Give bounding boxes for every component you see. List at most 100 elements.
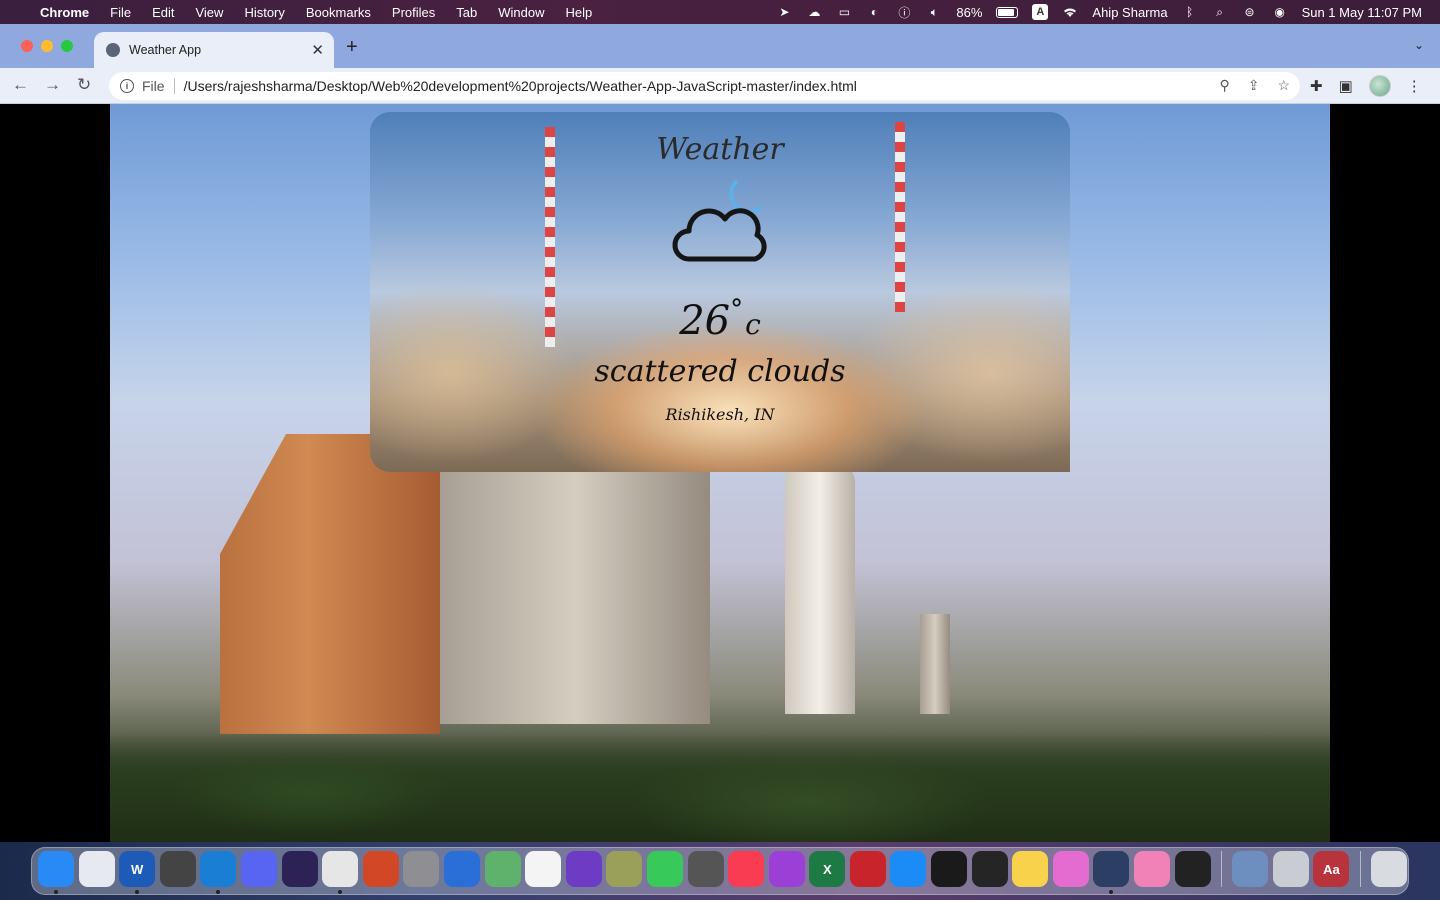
volume-icon[interactable]: 🔈︎ [926, 5, 942, 19]
finder-icon[interactable] [38, 851, 74, 894]
globe-icon [106, 43, 120, 57]
back-arrow-icon[interactable]: ← [12, 75, 29, 95]
dock-icons: W X Aa [38, 851, 1412, 894]
location-arrow-icon[interactable]: ➤ [776, 5, 792, 19]
share-icon[interactable]: ⇪ [1248, 77, 1260, 94]
weather-card: Weather 26°c scattered clouds Rishikesh,… [370, 112, 1070, 472]
control-center-icon[interactable]: ⊜ [1242, 5, 1258, 19]
calculator-icon[interactable] [687, 851, 724, 887]
excel-icon[interactable]: X [809, 851, 846, 887]
cloud-sync-icon[interactable]: ☁ [806, 5, 822, 19]
focus-icon[interactable]: ◐ [866, 5, 882, 19]
printer-icon[interactable] [1272, 851, 1309, 887]
chrome-menu-kebab-icon[interactable]: ⋮ [1407, 77, 1422, 95]
input-source-icon[interactable]: A [1032, 4, 1049, 20]
weather-description: scattered clouds [594, 354, 846, 389]
dictionary-icon[interactable]: Aa [1313, 851, 1350, 887]
app-store-icon[interactable] [890, 851, 927, 887]
word-icon[interactable]: W [119, 851, 156, 894]
forward-arrow-icon[interactable]: → [44, 75, 61, 95]
tab-search-chevron-icon[interactable]: ⌄ [1414, 38, 1424, 52]
menu-app-name[interactable]: Chrome [40, 5, 89, 20]
battery-icon[interactable] [996, 6, 1019, 18]
url-scheme-label: File [142, 78, 165, 94]
color-picker-icon[interactable] [1052, 851, 1089, 887]
photos-icon[interactable] [525, 851, 562, 887]
browser-toolbar: ← → ↻ i File /Users/rajeshsharma/Desktop… [0, 68, 1440, 104]
podcasts-icon[interactable] [768, 851, 805, 887]
tab-title: Weather App [129, 43, 202, 57]
page-viewport: Weather 26°c scattered clouds Rishikesh,… [0, 104, 1440, 842]
weather-location: Rishikesh, IN [665, 405, 775, 424]
chrome-icon[interactable] [322, 851, 359, 894]
terminal-icon[interactable] [931, 851, 968, 887]
menu-file[interactable]: File [110, 5, 131, 20]
cloud-moon-icon [665, 173, 775, 273]
bluetooth-status-icon[interactable]: ᛒ [1182, 5, 1198, 19]
preview-icon[interactable] [606, 851, 643, 887]
menu-window[interactable]: Window [498, 5, 544, 20]
tab-weather-app[interactable]: Weather App ✕ [94, 32, 334, 68]
temperature-value: 26 [679, 298, 731, 344]
system-preferences-icon[interactable] [403, 851, 440, 887]
discord-icon[interactable] [240, 851, 277, 887]
quicktime-icon[interactable] [1093, 851, 1130, 894]
notes-icon[interactable] [1012, 851, 1049, 887]
disk-utility-icon[interactable] [159, 851, 196, 887]
side-panel-icon[interactable]: ▣ [1339, 77, 1353, 95]
menu-edit[interactable]: Edit [152, 5, 174, 20]
menu-view[interactable]: View [195, 5, 223, 20]
screen-sharing-icon[interactable] [1134, 851, 1171, 887]
photo-booth-icon[interactable] [849, 851, 886, 887]
eclipse-icon[interactable] [281, 851, 318, 887]
menu-bar: Chrome File Edit View History Bookmarks … [0, 0, 1440, 24]
launchpad-icon[interactable] [78, 851, 115, 887]
dock-divider [1221, 851, 1223, 887]
battery-percent[interactable]: 86% [956, 5, 982, 20]
menu-profiles[interactable]: Profiles [392, 5, 435, 20]
activity-monitor-icon[interactable] [971, 851, 1008, 887]
wifi-icon[interactable] [1062, 5, 1078, 19]
url-text[interactable]: /Users/rajeshsharma/Desktop/Web%20develo… [184, 78, 857, 94]
vscode-icon[interactable] [200, 851, 237, 894]
menu-history[interactable]: History [244, 5, 284, 20]
user-name[interactable]: Ahip Sharma [1092, 5, 1167, 20]
close-tab-icon[interactable]: ✕ [311, 41, 324, 59]
console-icon[interactable] [1174, 851, 1211, 887]
reload-icon[interactable]: ↻ [77, 75, 91, 95]
date-time[interactable]: Sun 1 May 11:07 PM [1302, 5, 1422, 20]
new-tab-plus-icon[interactable]: + [346, 36, 358, 59]
spotlight-search-icon[interactable]: ⌕ [1212, 5, 1228, 19]
weather-title: Weather [656, 132, 784, 167]
profile-avatar[interactable] [1368, 75, 1391, 97]
powerpoint-icon[interactable] [362, 851, 399, 887]
menu-bookmarks[interactable]: Bookmarks [306, 5, 371, 20]
screen-mirroring-icon[interactable]: ▭ [836, 5, 852, 19]
zoom-window-button[interactable] [61, 40, 73, 52]
location-pin-icon[interactable]: ⚲ [1219, 77, 1229, 94]
extensions-puzzle-icon[interactable]: ✚ [1310, 77, 1323, 95]
bluetooth-icon[interactable] [443, 851, 480, 887]
menu-help[interactable]: Help [566, 5, 593, 20]
imovie-icon[interactable] [565, 851, 602, 887]
siri-icon[interactable]: ◉ [1272, 5, 1288, 19]
help-circle-icon[interactable]: ⓘ [896, 5, 912, 20]
degree-symbol: ° [730, 295, 744, 325]
menu-tab[interactable]: Tab [456, 5, 477, 20]
dock-divider [1360, 851, 1361, 887]
bookmark-star-icon[interactable]: ☆ [1277, 77, 1290, 94]
temperature-readout: 26°c [679, 295, 761, 348]
facetime-icon[interactable] [646, 851, 683, 887]
trash-icon[interactable] [1371, 851, 1407, 887]
running-indicator [54, 890, 58, 894]
music-icon[interactable] [728, 851, 765, 887]
close-window-button[interactable] [21, 40, 33, 52]
site-info-icon[interactable]: i [120, 79, 134, 93]
temperature-unit: c [745, 308, 761, 341]
maps-icon[interactable] [484, 851, 521, 887]
url-divider [173, 78, 175, 94]
address-bar[interactable]: i File /Users/rajeshsharma/Desktop/Web%2… [109, 72, 1300, 100]
screenshot-icon[interactable] [1232, 851, 1269, 887]
minimize-window-button[interactable] [41, 40, 53, 52]
window-controls [21, 40, 73, 52]
